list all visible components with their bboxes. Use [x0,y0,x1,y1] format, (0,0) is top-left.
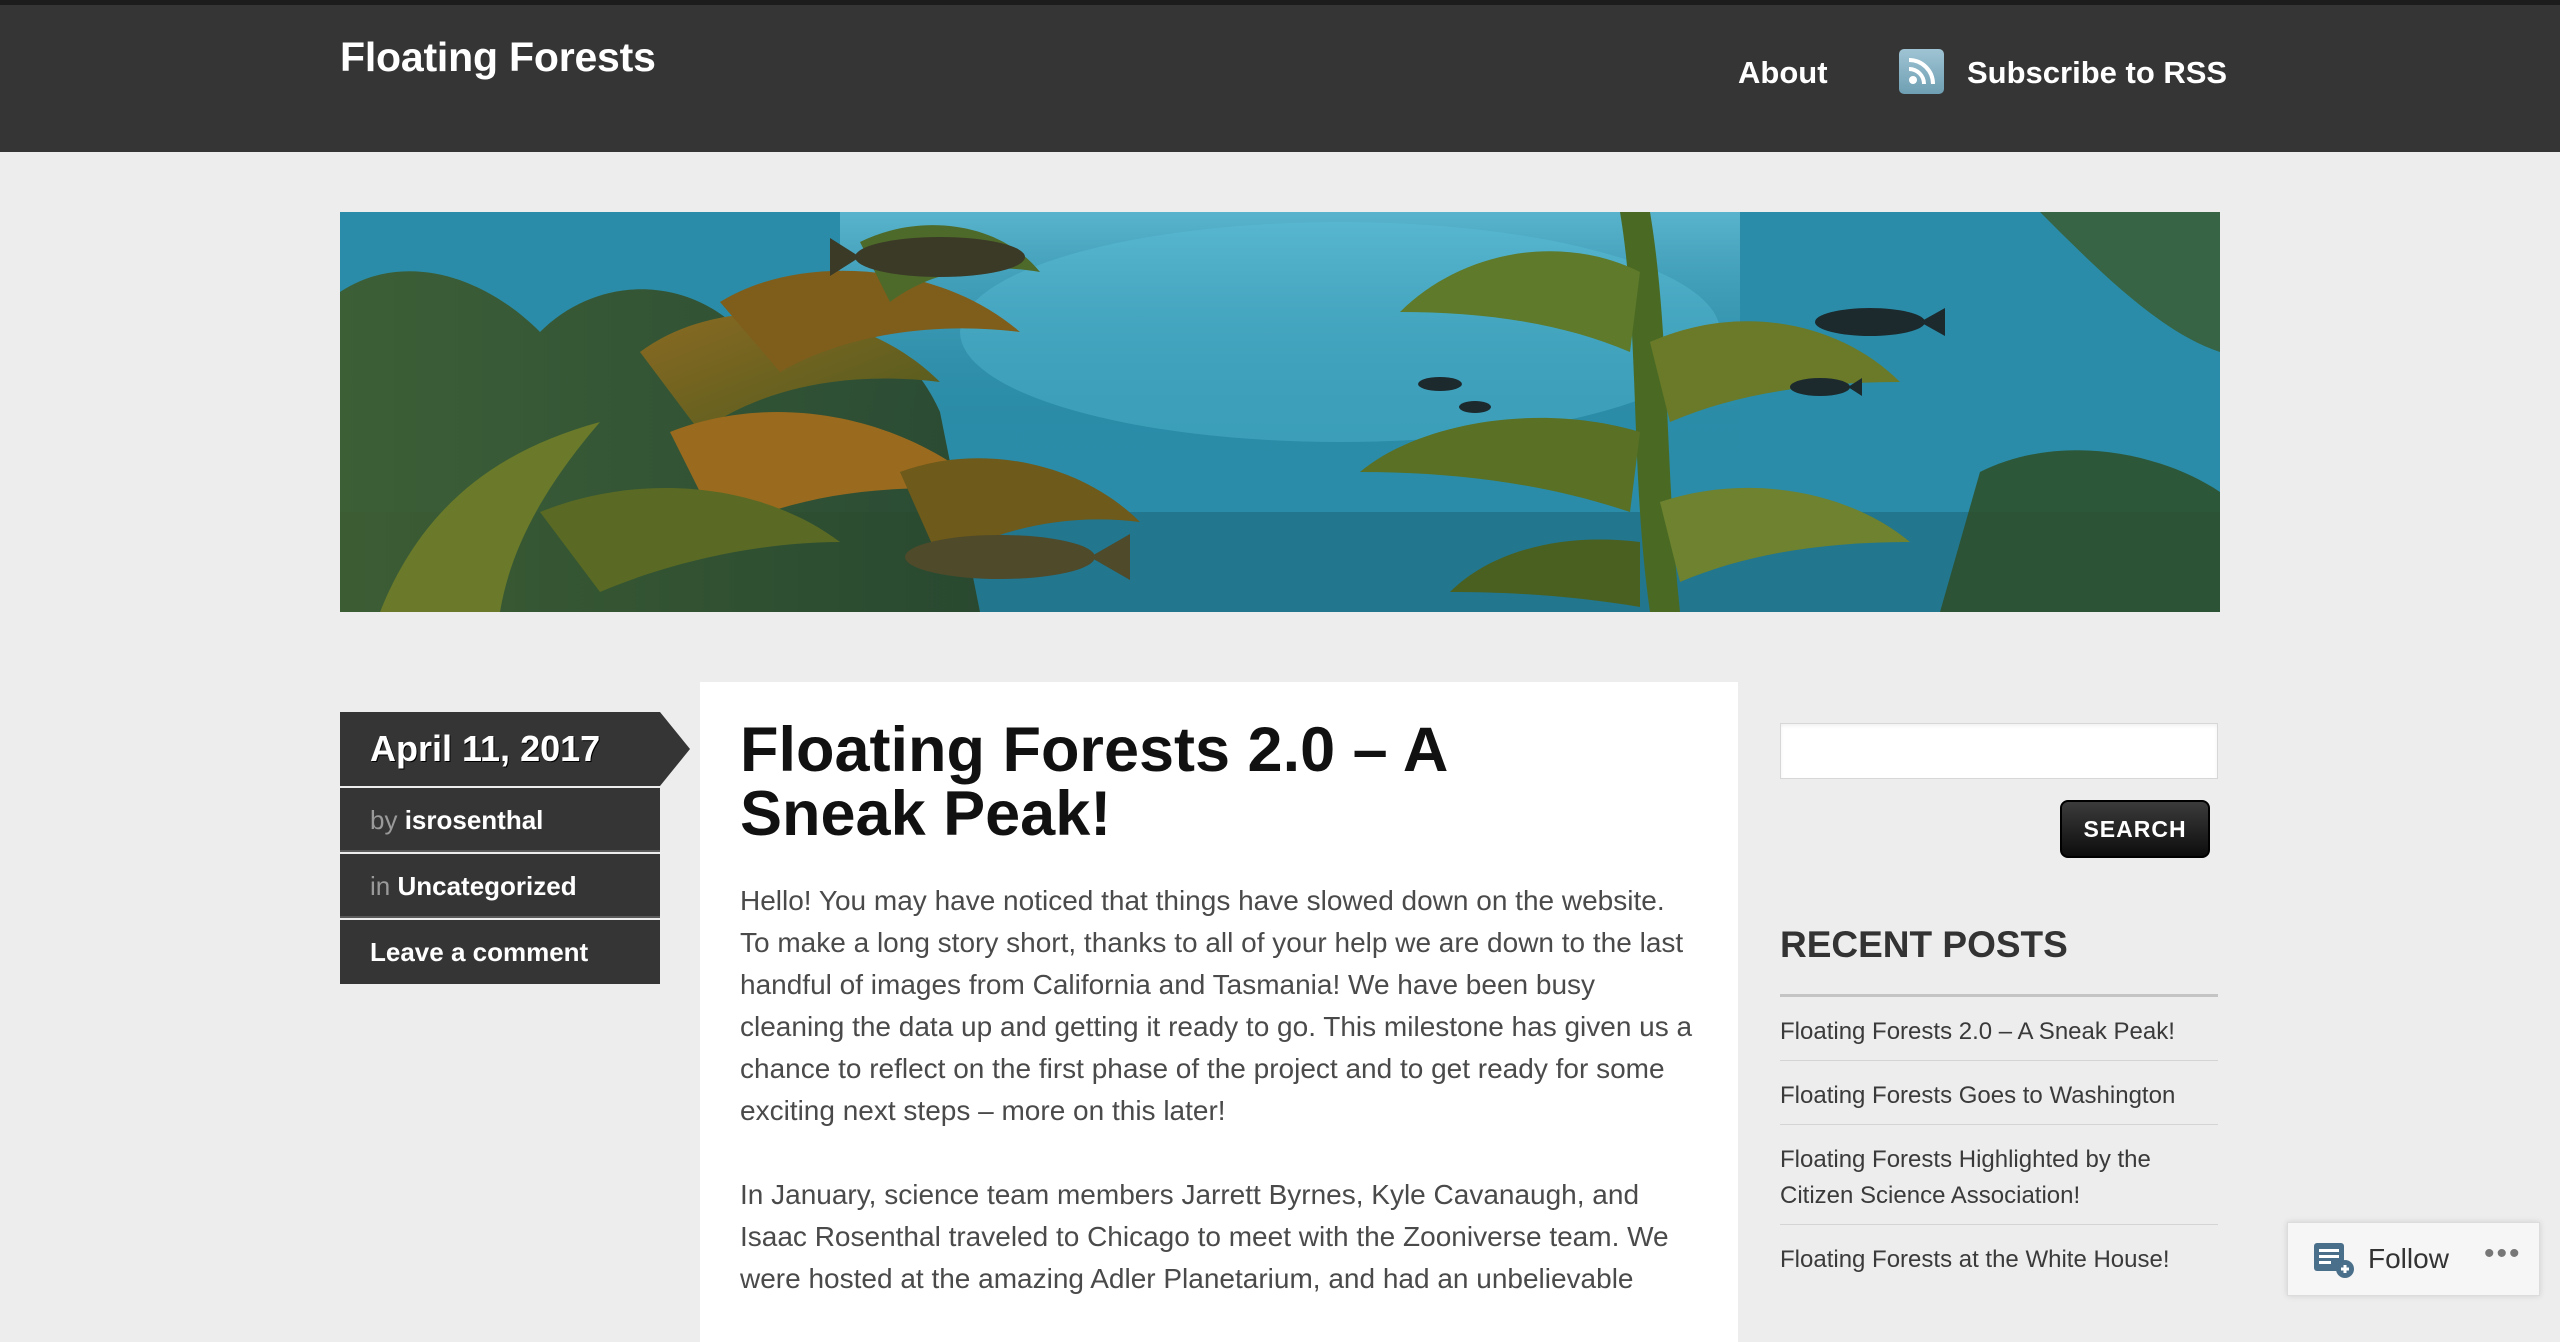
follow-widget: Follow ••• [2287,1222,2540,1296]
recent-post-divider [1780,1060,2218,1061]
post-meta-comment: Leave a comment [340,920,660,984]
rss-icon[interactable] [1899,49,1944,94]
search-input[interactable] [1780,723,2218,779]
post-date-flag: April 11, 2017 [340,712,690,786]
post-paragraph: In January, science team members Jarrett… [740,1179,1669,1294]
category-prefix: in [370,871,398,901]
recent-post-divider [1780,1224,2218,1225]
post-article: Floating Forests 2.0 – A Sneak Peak! Hel… [700,682,1738,1342]
follow-plus-icon[interactable] [2312,1239,2356,1284]
search-button[interactable]: SEARCH [2060,800,2210,858]
author-link[interactable]: isrosenthal [405,805,544,835]
site-header: Floating Forests About Subscribe to RSS [0,0,2560,152]
post-date: April 11, 2017 [370,728,601,769]
recent-post-link[interactable]: Floating Forests Highlighted by the Citi… [1780,1142,2218,1214]
nav-rss-link[interactable]: Subscribe to RSS [1967,55,2227,91]
nav-about-link[interactable]: About [1738,55,1828,91]
post-paragraph: Hello! You may have noticed that things … [740,885,1693,1126]
recent-post-divider [1780,1124,2218,1125]
recent-posts-title: RECENT POSTS [1780,924,2068,965]
category-link[interactable]: Uncategorized [397,871,576,901]
post-meta-author: by isrosenthal [340,788,660,852]
leave-comment-link[interactable]: Leave a comment [370,937,588,967]
recent-post-link[interactable]: Floating Forests at the White House! [1780,1242,2218,1278]
recent-post-link[interactable]: Floating Forests 2.0 – A Sneak Peak! [1780,1014,2218,1050]
recent-post-link[interactable]: Floating Forests Goes to Washington [1780,1078,2218,1114]
post-title[interactable]: Floating Forests 2.0 – A Sneak Peak! [740,718,1500,846]
recent-posts-divider [1780,994,2218,997]
follow-button[interactable]: Follow [2368,1243,2449,1275]
more-options-button[interactable]: ••• [2484,1237,2522,1271]
post-meta-category: in Uncategorized [340,854,660,918]
author-prefix: by [370,805,405,835]
header-banner-image [340,212,2220,612]
site-title-link[interactable]: Floating Forests [340,34,656,81]
